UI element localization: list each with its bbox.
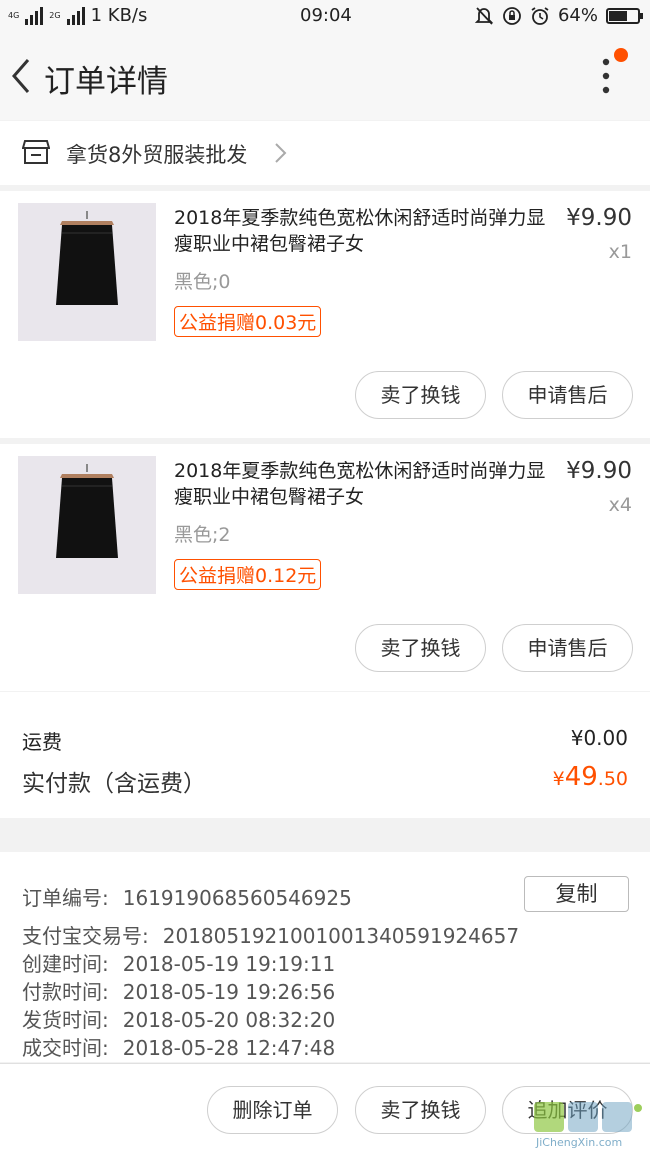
chevron-right-icon[interactable] (272, 141, 288, 165)
paid-decimal: .50 (597, 768, 628, 790)
status-bar: 4G 2G 1 KB/s 09:04 64% (0, 0, 650, 34)
info-label: 支付宝交易号: (22, 924, 149, 948)
info-label: 创建时间: (22, 952, 109, 976)
battery-icon (606, 7, 643, 24)
battery-percent: 64% (557, 5, 598, 26)
paid-time-row: 付款时间: 2018-05-19 19:26:56 (22, 976, 335, 1005)
order-number-row: 订单编号: 161919068560546925 (22, 882, 352, 911)
product-thumbnail[interactable] (18, 203, 156, 341)
info-label: 付款时间: (22, 980, 109, 1004)
order-item: 2018年夏季款纯色宽松休闲舒适时尚弹力显瘦职业中裙包臀裙子女 ¥9.90 x4… (0, 444, 650, 691)
product-sku: 黑色;2 (174, 524, 231, 546)
shipping-value: ¥0.00 (570, 726, 628, 750)
status-left: 4G 2G 1 KB/s (8, 5, 147, 26)
sell-for-cash-button[interactable]: 卖了换钱 (355, 1086, 486, 1134)
product-name[interactable]: 2018年夏季款纯色宽松休闲舒适时尚弹力显瘦职业中裙包臀裙子女 (174, 205, 554, 257)
info-label: 订单编号: (22, 886, 109, 910)
paid-integer: 49 (564, 762, 598, 792)
created-time-row: 创建时间: 2018-05-19 19:19:11 (22, 948, 335, 977)
sim2-label: 2G (49, 10, 61, 20)
status-time: 09:04 (300, 5, 352, 26)
after-sale-button[interactable]: 申请售后 (502, 624, 633, 672)
info-label: 发货时间: (22, 1008, 109, 1032)
skirt-image-icon (18, 456, 156, 594)
alarm-icon (531, 6, 549, 25)
signal-icon (25, 6, 44, 25)
notification-dot (614, 48, 628, 62)
fee-summary: 运费 ¥0.00 实付款（含运费） ¥49.50 (0, 692, 650, 818)
page-title: 订单详情 (44, 64, 168, 100)
info-label: 成交时间: (22, 1036, 109, 1060)
product-price: ¥9.90 (566, 458, 632, 484)
completed-time-row: 成交时间: 2018-05-28 12:47:48 (22, 1032, 335, 1061)
copy-button[interactable]: 复制 (524, 876, 629, 912)
product-quantity: x4 (608, 494, 632, 516)
watermark-domain: JiChengXin.com (536, 1136, 623, 1149)
info-value: 2018-05-28 12:47:48 (122, 1036, 336, 1060)
watermark-logo: JiChengXin.com (530, 1098, 646, 1154)
order-info: 订单编号: 161919068560546925 复制 支付宝交易号: 201805… (0, 852, 650, 1062)
after-sale-button[interactable]: 申请售后 (502, 371, 633, 419)
network-speed: 1 KB/s (90, 5, 148, 26)
delete-order-button[interactable]: 删除订单 (207, 1086, 338, 1134)
order-item: 2018年夏季款纯色宽松休闲舒适时尚弹力显瘦职业中裙包臀裙子女 ¥9.90 x1… (0, 191, 650, 438)
info-value: 2018-05-20 08:32:20 (122, 1008, 336, 1032)
shop-row[interactable]: 拿货8外贸服装批发 (0, 121, 650, 185)
back-arrow-icon[interactable] (6, 54, 36, 98)
shipping-label: 运费 (22, 730, 62, 754)
info-value: 2018-05-19 19:19:11 (122, 952, 336, 976)
shop-icon (22, 140, 50, 164)
sell-for-cash-button[interactable]: 卖了换钱 (355, 371, 486, 419)
charity-badge: 公益捐赠0.12元 (174, 559, 322, 590)
shop-name[interactable]: 拿货8外贸服装批发 (66, 139, 247, 169)
product-sku: 黑色;0 (174, 271, 231, 293)
rotation-lock-icon (503, 6, 521, 25)
info-value: 2018-05-19 19:26:56 (122, 980, 336, 1004)
status-right: 64% (474, 5, 643, 26)
alipay-trade-row: 支付宝交易号: 2018051921001001340591924657 (22, 920, 519, 949)
info-value: 161919068560546925 (122, 886, 352, 910)
watermark-logo-icon (534, 1102, 642, 1132)
info-value: 2018051921001001340591924657 (162, 924, 520, 948)
signal-icon-2 (66, 6, 85, 25)
shipped-time-row: 发货时间: 2018-05-20 08:32:20 (22, 1004, 335, 1033)
product-price: ¥9.90 (566, 205, 632, 231)
charity-badge: 公益捐赠0.03元 (174, 306, 322, 337)
skirt-image-icon (18, 203, 156, 341)
paid-label: 实付款（含运费） (22, 771, 206, 797)
sell-for-cash-button[interactable]: 卖了换钱 (355, 624, 486, 672)
product-thumbnail[interactable] (18, 456, 156, 594)
nav-header: 订单详情 (0, 34, 650, 120)
mute-icon (474, 6, 494, 25)
battery-level (609, 10, 627, 21)
product-quantity: x1 (608, 241, 632, 263)
paid-amount: ¥49.50 (553, 762, 628, 792)
sim1-label: 4G (8, 10, 20, 20)
product-name[interactable]: 2018年夏季款纯色宽松休闲舒适时尚弹力显瘦职业中裙包臀裙子女 (174, 458, 554, 510)
paid-currency: ¥ (552, 768, 565, 790)
